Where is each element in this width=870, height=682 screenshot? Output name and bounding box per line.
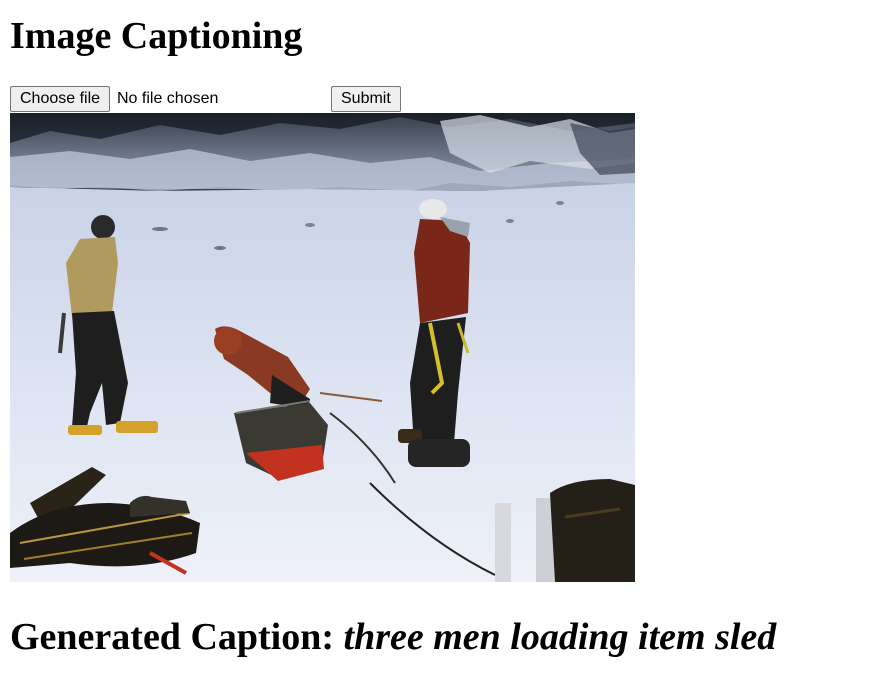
submit-button[interactable]: Submit: [331, 86, 401, 112]
file-status-text: No file chosen: [117, 90, 219, 107]
page-title: Image Captioning: [10, 15, 303, 57]
upload-form: Choose file No file chosen Submit: [10, 86, 410, 112]
caption-text: three men loading item sled: [343, 616, 777, 658]
uploaded-photo: [10, 113, 635, 582]
caption-label: Generated Caption:: [10, 616, 335, 658]
choose-file-button[interactable]: Choose file: [10, 86, 111, 112]
file-input[interactable]: Choose file No file chosen: [10, 86, 330, 112]
caption-heading: Generated Caption: three men loading ite…: [10, 614, 776, 660]
